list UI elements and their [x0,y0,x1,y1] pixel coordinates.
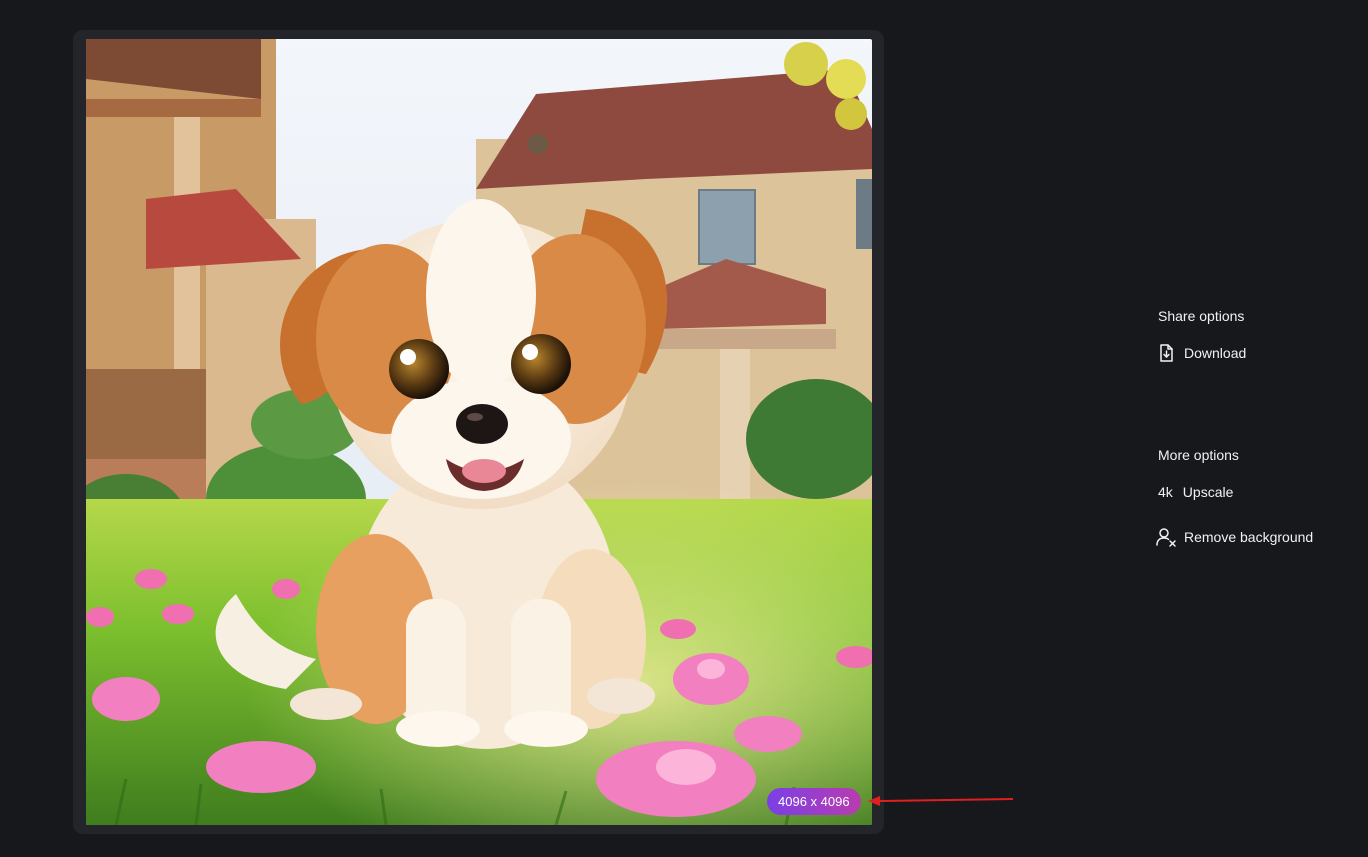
upscale-button[interactable]: 4k Upscale [1155,480,1233,504]
person-remove-icon [1155,526,1177,548]
puppy-illustration [86,39,872,825]
generated-image[interactable] [86,39,872,825]
upscale-4k-icon: 4k [1158,484,1173,500]
image-preview-frame [73,30,884,834]
download-label: Download [1184,345,1247,361]
remove-background-label: Remove background [1184,529,1314,545]
upscale-label: Upscale [1182,484,1234,500]
resolution-badge: 4096 x 4096 [767,788,861,815]
more-options-title: More options [1158,447,1239,463]
annotation-arrow [868,796,1014,806]
download-file-icon [1155,342,1177,364]
app-stage: 4096 x 4096 Share options Download More … [0,0,1368,857]
share-options-title: Share options [1158,308,1245,324]
remove-background-button[interactable]: Remove background [1155,525,1313,549]
download-button[interactable]: Download [1155,341,1246,365]
